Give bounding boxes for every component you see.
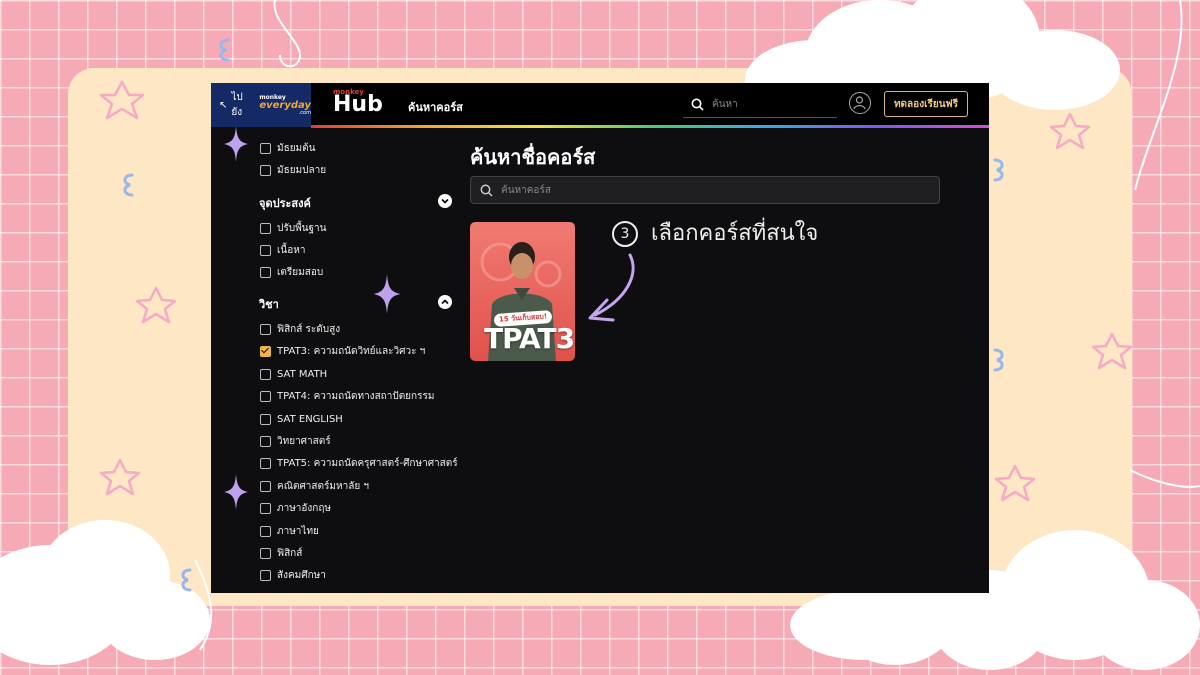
purpose-section-title: จุดประสงค์ — [259, 197, 311, 210]
chevron-down-icon — [441, 198, 449, 204]
checkbox[interactable] — [260, 222, 271, 234]
filter-option[interactable]: ภาษาอังกฤษ — [260, 501, 331, 515]
checkbox[interactable] — [260, 164, 271, 176]
filter-option[interactable]: ปรับพื้นฐาน — [260, 221, 326, 235]
monkey-hub-logo[interactable]: monkey Hub — [333, 89, 383, 116]
arrow-up-left-icon: ↖ — [219, 99, 228, 111]
monkeyeveryday-logo: monkey everyday .com — [259, 93, 311, 116]
course-card-tpat3[interactable]: 15 วันเก็บสอบ! TPAT3 — [470, 222, 575, 361]
filter-option[interactable]: เตรียมสอบ — [260, 265, 323, 279]
chevron-up-icon — [441, 299, 449, 305]
filter-option[interactable]: ภาษาไทย — [260, 524, 319, 538]
star-doodle — [99, 80, 145, 120]
filter-option[interactable]: ฟิสิกส์ ระดับสูง — [260, 322, 340, 336]
filter-option[interactable]: มัธยมต้น — [260, 141, 315, 155]
checkbox[interactable] — [260, 569, 271, 581]
top-search-input[interactable]: ค้นหา — [683, 92, 837, 118]
sparkle-icon — [224, 126, 248, 162]
nav-search-courses-link[interactable]: ค้นหาคอร์ส — [408, 98, 463, 116]
subject-collapse-toggle[interactable] — [438, 295, 452, 309]
checkbox[interactable] — [260, 525, 271, 537]
filter-option[interactable]: ฟิสิกส์ — [260, 546, 302, 560]
filter-option[interactable]: มัธยมปลาย — [260, 163, 326, 177]
back-label: ไปยัง — [231, 92, 243, 118]
filter-option[interactable]: คณิตศาสตร์มหาลัย ฯ — [260, 479, 369, 493]
step-annotation: 3 เลือกคอร์สที่สนใจ — [612, 215, 818, 250]
purple-arrow-icon — [588, 253, 635, 322]
filter-option[interactable]: TPAT4: ความถนัดทางสถาปัตยกรรม — [260, 389, 434, 403]
checkbox-checked[interactable] — [260, 345, 271, 357]
filter-option-selected[interactable]: TPAT3: ความถนัดวิทย์และวิศวะ ฯ — [260, 344, 425, 358]
app-window: ↖ ไปยัง monkey everyday .com monkey Hub … — [211, 83, 989, 593]
step-number-circle: 3 — [612, 221, 638, 247]
search-icon — [691, 98, 704, 111]
checkbox[interactable] — [260, 368, 271, 380]
checkbox[interactable] — [260, 547, 271, 559]
filter-option[interactable]: สังคมศึกษา — [260, 568, 326, 582]
course-search-input[interactable]: ค้นหาคอร์ส — [470, 176, 940, 204]
filter-sidebar: มัธยมต้น มัธยมปลาย จุดประสงค์ ปรับพื้นฐา… — [211, 127, 466, 593]
sparkle-icon — [373, 274, 401, 314]
checkbox[interactable] — [260, 413, 271, 425]
checkbox[interactable] — [260, 323, 271, 335]
back-to-monkeyeveryday-link[interactable]: ↖ ไปยัง monkey everyday .com — [211, 83, 311, 127]
checkbox[interactable] — [260, 480, 271, 492]
filter-option[interactable]: TPAT5: ความถนัดครุศาสตร์-ศึกษาศาสตร์ — [260, 456, 458, 470]
free-trial-button[interactable]: ทดลองเรียนฟรี — [884, 91, 968, 117]
subject-section-title: วิชา — [259, 298, 279, 311]
checkbox[interactable] — [260, 457, 271, 469]
star-doodle — [135, 286, 177, 324]
step-annotation-text: เลือกคอร์สที่สนใจ — [651, 221, 819, 246]
star-doodle — [99, 458, 141, 496]
star-doodle — [994, 464, 1036, 502]
search-icon — [480, 184, 493, 197]
star-doodle — [1091, 332, 1133, 370]
top-navbar: ↖ ไปยัง monkey everyday .com monkey Hub … — [211, 83, 989, 128]
filter-option[interactable]: SAT ENGLISH — [260, 412, 343, 426]
sparkle-icon — [224, 474, 248, 510]
user-avatar-icon[interactable] — [849, 92, 871, 114]
checkbox[interactable] — [260, 435, 271, 447]
checkbox[interactable] — [260, 142, 271, 154]
checkbox[interactable] — [260, 390, 271, 402]
checkbox[interactable] — [260, 244, 271, 256]
purpose-collapse-toggle[interactable] — [438, 194, 452, 208]
checkbox[interactable] — [260, 502, 271, 514]
star-doodle — [1049, 112, 1091, 150]
filter-option[interactable]: วิทยาศาสตร์ — [260, 434, 331, 448]
checkbox[interactable] — [260, 266, 271, 278]
filter-option[interactable]: SAT MATH — [260, 367, 327, 381]
card-course-title: TPAT3 — [484, 322, 575, 355]
filter-option[interactable]: เนื้อหา — [260, 243, 305, 257]
page-title: ค้นหาชื่อคอร์ส — [470, 145, 596, 169]
